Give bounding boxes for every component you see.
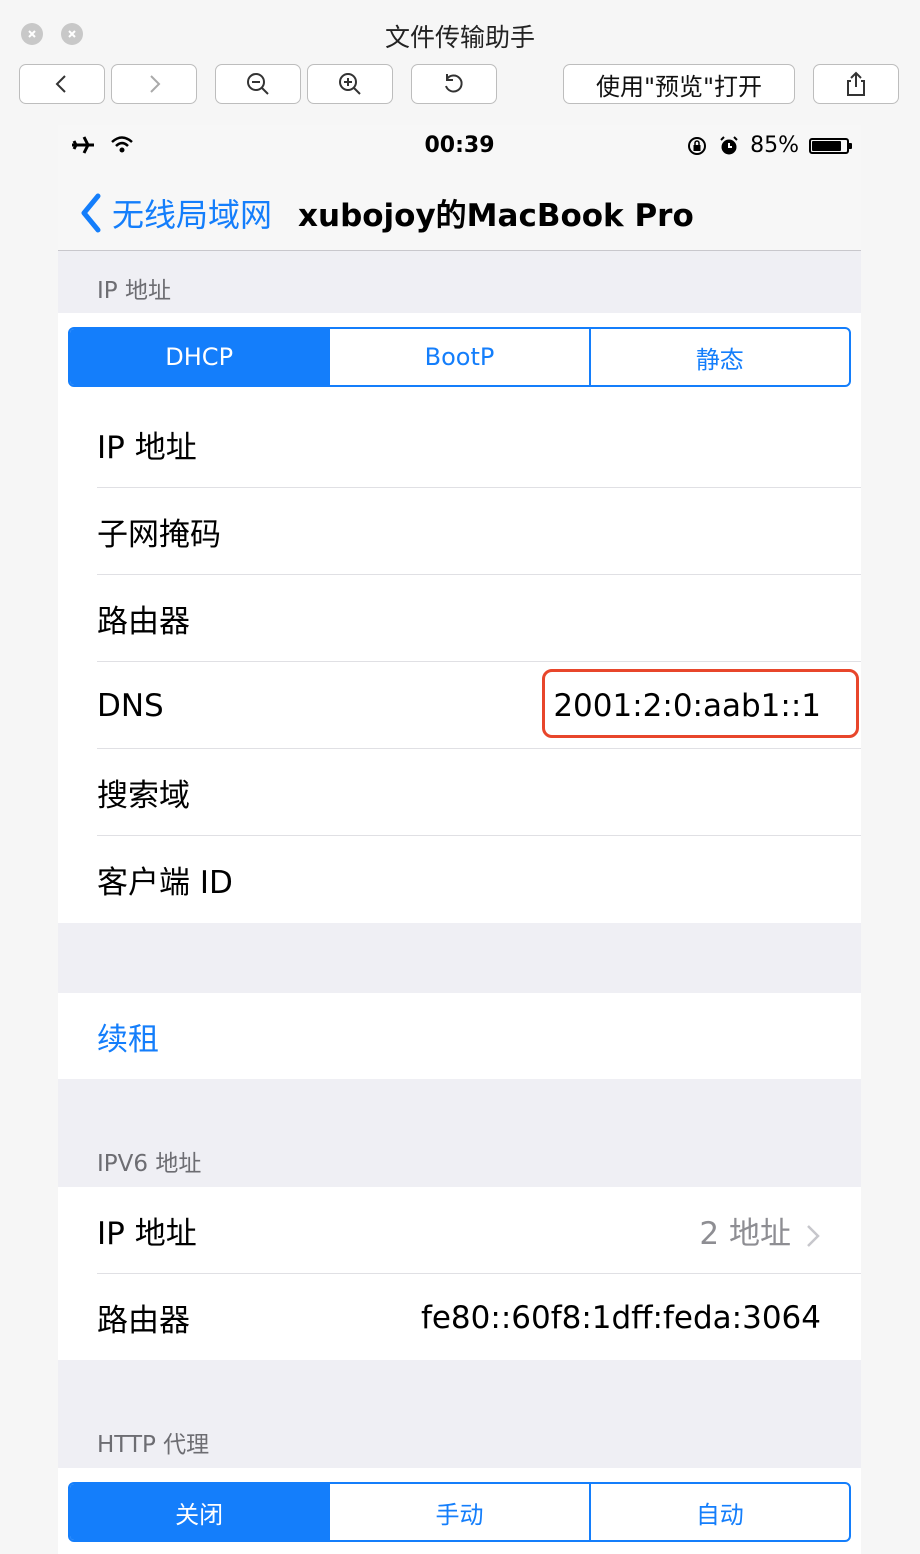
share-button[interactable] xyxy=(813,64,899,104)
share-icon xyxy=(847,71,865,96)
http-proxy-group: 关闭 手动 自动 xyxy=(58,1468,861,1554)
back-toolbar-button[interactable] xyxy=(19,64,105,104)
segment-proxy-manual[interactable]: 手动 xyxy=(328,1484,588,1540)
chevron-left-icon xyxy=(55,75,66,93)
zoom-out-button[interactable] xyxy=(215,64,301,104)
ipv6-address-count-text: 2 地址 xyxy=(699,1216,791,1252)
ipv6-address-count: 2 地址 xyxy=(699,1208,821,1253)
segment-static[interactable]: 静态 xyxy=(588,329,849,385)
http-proxy-section-header: HTTP 代理 xyxy=(97,1432,210,1458)
open-with-preview-button[interactable]: 使用"预览"打开 xyxy=(563,64,795,104)
alarm-icon xyxy=(720,135,738,154)
network-title: xubojoy的MacBook Pro xyxy=(298,198,694,234)
ipv4-row-ip-address[interactable]: IP 地址 xyxy=(97,401,861,488)
chevron-right-icon xyxy=(150,75,161,93)
window-title: 文件传输助手 xyxy=(384,23,535,52)
ipv4-row-client-id[interactable]: 客户端 ID xyxy=(97,836,861,923)
ipv6-row-ip-address[interactable]: IP 地址 2 地址 xyxy=(97,1187,861,1274)
ipv4-group: DHCP BootP 静态 IP 地址 子网掩码 路由器 DNS 2001:2:… xyxy=(58,313,861,923)
rotate-button[interactable] xyxy=(411,64,497,104)
segment-proxy-auto[interactable]: 自动 xyxy=(588,1484,849,1540)
zoom-out-icon xyxy=(247,73,269,95)
ipv4-section-header: IP 地址 xyxy=(97,278,171,304)
row-label: 子网掩码 xyxy=(97,517,221,553)
rotate-icon xyxy=(445,74,463,93)
ipv6-group: IP 地址 2 地址 路由器 fe80::60f8:1dff:feda:3064 xyxy=(58,1187,861,1360)
ipv4-row-search-domains[interactable]: 搜索域 xyxy=(97,749,861,836)
segment-dhcp[interactable]: DHCP xyxy=(70,329,329,385)
http-proxy-segmented-control: 关闭 手动 自动 xyxy=(68,1482,851,1542)
status-bar: 00:39 85% xyxy=(58,125,861,170)
segment-proxy-off[interactable]: 关闭 xyxy=(70,1484,329,1540)
phone-screen: 00:39 85% 无线局域网 xubojoy的MacBook Pro IP 地… xyxy=(58,125,861,1554)
renew-lease-button[interactable]: 续租 xyxy=(97,993,861,1080)
back-to-wlan-button[interactable]: 无线局域网 xyxy=(78,190,272,236)
ipv4-row-router[interactable]: 路由器 xyxy=(97,575,861,662)
battery-fill xyxy=(812,140,841,151)
ipv4-mode-segmented-control: DHCP BootP 静态 xyxy=(68,327,851,387)
battery-percentage: 85% xyxy=(750,133,799,158)
row-label: IP 地址 xyxy=(97,1216,197,1252)
row-label: 搜索域 xyxy=(97,778,190,814)
zoom-in-button[interactable] xyxy=(307,64,393,104)
forward-toolbar-button[interactable] xyxy=(111,64,197,104)
window-titlebar: 文件传输助手 使用"预览"打开 xyxy=(0,0,920,125)
ipv6-router-value: fe80::60f8:1dff:feda:3064 xyxy=(420,1299,821,1336)
row-label: 路由器 xyxy=(97,1303,190,1339)
row-label: IP 地址 xyxy=(97,430,197,466)
orientation-lock-icon xyxy=(688,136,707,155)
row-label: DNS xyxy=(97,687,164,724)
renew-group: 续租 xyxy=(58,993,861,1079)
ipv4-row-subnet-mask[interactable]: 子网掩码 xyxy=(97,488,861,575)
ipv6-section-header: IPV6 地址 xyxy=(97,1151,202,1177)
chevron-left-icon xyxy=(81,193,101,233)
row-label: 路由器 xyxy=(97,604,190,640)
navigation-bar: 无线局域网 xubojoy的MacBook Pro xyxy=(58,170,861,251)
dns-highlight-box xyxy=(542,669,859,738)
battery-icon xyxy=(809,137,852,154)
chevron-right-icon xyxy=(807,1224,820,1247)
back-label: 无线局域网 xyxy=(112,196,273,234)
ipv6-row-router[interactable]: 路由器 fe80::60f8:1dff:feda:3064 xyxy=(97,1274,861,1361)
segment-bootp[interactable]: BootP xyxy=(328,329,588,385)
zoom-in-icon xyxy=(339,73,361,95)
row-label: 客户端 ID xyxy=(97,865,233,901)
